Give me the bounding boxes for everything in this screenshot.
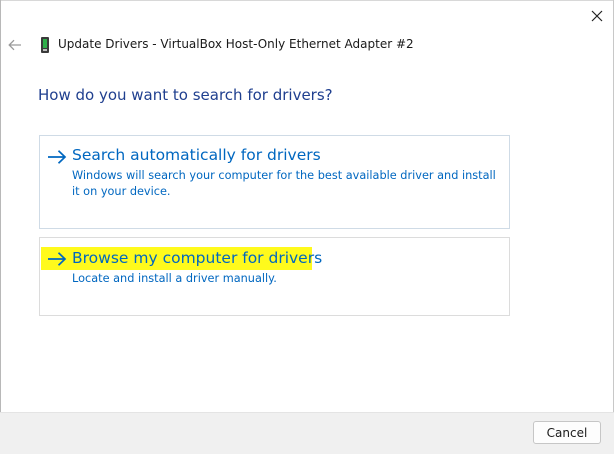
option-description: Locate and install a driver manually. bbox=[72, 272, 277, 285]
page-heading: How do you want to search for drivers? bbox=[38, 86, 333, 104]
option-description: Windows will search your computer for th… bbox=[72, 169, 496, 198]
back-button[interactable] bbox=[6, 36, 24, 54]
arrow-right-icon bbox=[48, 252, 67, 266]
browse-computer-option[interactable]: Browse my computer for drivers Locate an… bbox=[39, 237, 510, 316]
close-icon bbox=[591, 10, 603, 22]
back-arrow-icon bbox=[8, 39, 21, 51]
option-title: Search automatically for drivers bbox=[72, 146, 321, 164]
window-top-border bbox=[0, 0, 614, 1]
arrow-right-icon bbox=[48, 150, 67, 164]
close-button[interactable] bbox=[580, 2, 614, 30]
option-title: Browse my computer for drivers bbox=[72, 249, 323, 267]
window-left-border bbox=[0, 0, 1, 454]
dialog-footer bbox=[0, 412, 614, 454]
device-driver-icon bbox=[41, 37, 49, 53]
search-automatically-option[interactable]: Search automatically for drivers Windows… bbox=[39, 135, 510, 229]
cancel-button[interactable]: Cancel bbox=[533, 421, 601, 444]
window-title: Update Drivers - VirtualBox Host-Only Et… bbox=[58, 37, 414, 51]
